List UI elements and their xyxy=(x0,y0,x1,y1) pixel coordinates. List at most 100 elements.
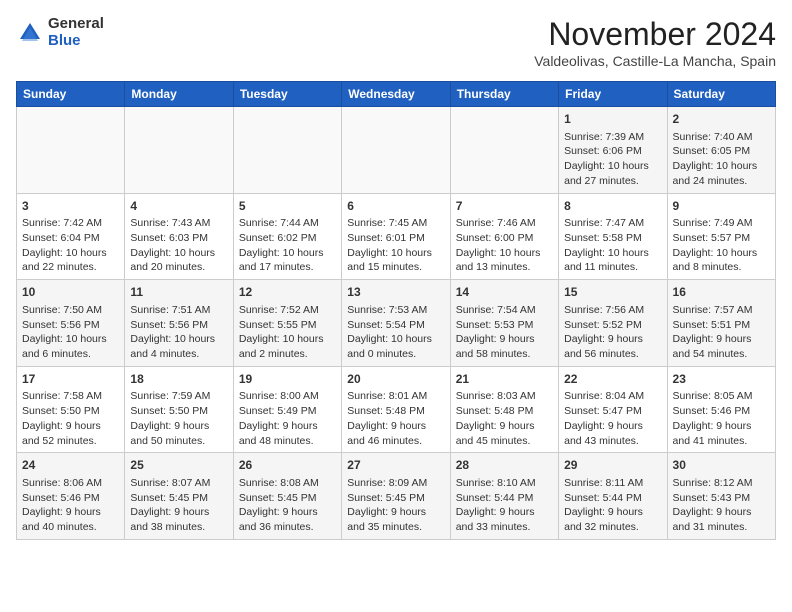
calendar-cell: 27 Sunrise: 8:09 AMSunset: 5:45 PMDayligh… xyxy=(342,453,450,540)
calendar-cell: 13Sunrise: 7:53 AMSunset: 5:54 PMDayligh… xyxy=(342,280,450,367)
calendar-cell: 8Sunrise: 7:47 AMSunset: 5:58 PMDaylight… xyxy=(559,193,667,280)
day-info: Sunrise: 8:07 AMSunset: 5:45 PMDaylight:… xyxy=(130,476,227,535)
day-number: 10 xyxy=(22,284,119,301)
calendar-cell xyxy=(342,107,450,194)
day-number: 25 xyxy=(130,457,227,474)
day-number: 3 xyxy=(22,198,119,215)
day-info: Sunrise: 7:45 AMSunset: 6:01 PMDaylight:… xyxy=(347,216,444,275)
day-info: Sunrise: 7:59 AMSunset: 5:50 PMDaylight:… xyxy=(130,389,227,448)
day-number: 8 xyxy=(564,198,661,215)
day-number: 15 xyxy=(564,284,661,301)
calendar-week-row: 1Sunrise: 7:39 AMSunset: 6:06 PMDaylight… xyxy=(17,107,776,194)
day-number: 24 xyxy=(22,457,119,474)
calendar-cell: 2Sunrise: 7:40 AMSunset: 6:05 PMDaylight… xyxy=(667,107,775,194)
title-area: November 2024 Valdeolivas, Castille-La M… xyxy=(534,16,776,69)
day-info: Sunrise: 7:54 AMSunset: 5:53 PMDaylight:… xyxy=(456,303,553,362)
calendar-week-row: 3Sunrise: 7:42 AMSunset: 6:04 PMDaylight… xyxy=(17,193,776,280)
calendar-cell: 1Sunrise: 7:39 AMSunset: 6:06 PMDaylight… xyxy=(559,107,667,194)
calendar-cell: 29 Sunrise: 8:11 AMSunset: 5:44 PMDayligh… xyxy=(559,453,667,540)
calendar-cell: 7Sunrise: 7:46 AMSunset: 6:00 PMDaylight… xyxy=(450,193,558,280)
calendar-cell xyxy=(17,107,125,194)
day-number: 17 xyxy=(22,371,119,388)
calendar-cell: 12Sunrise: 7:52 AMSunset: 5:55 PMDayligh… xyxy=(233,280,341,367)
calendar-cell: 24 Sunrise: 8:06 AMSunset: 5:46 PMDayligh… xyxy=(17,453,125,540)
logo-text: General Blue xyxy=(48,16,104,49)
calendar-week-row: 24 Sunrise: 8:06 AMSunset: 5:46 PMDayligh… xyxy=(17,453,776,540)
calendar-cell: 6Sunrise: 7:45 AMSunset: 6:01 PMDaylight… xyxy=(342,193,450,280)
day-number: 4 xyxy=(130,198,227,215)
day-info: Sunrise: 8:03 AMSunset: 5:48 PMDaylight:… xyxy=(456,389,553,448)
day-info: Sunrise: 8:08 AMSunset: 5:45 PMDaylight:… xyxy=(239,476,336,535)
day-of-week-header: Wednesday xyxy=(342,82,450,107)
calendar-cell: 9Sunrise: 7:49 AMSunset: 5:57 PMDaylight… xyxy=(667,193,775,280)
month-title: November 2024 xyxy=(534,16,776,53)
day-info: Sunrise: 8:12 AMSunset: 5:43 PMDaylight:… xyxy=(673,476,770,535)
day-info: Sunrise: 7:43 AMSunset: 6:03 PMDaylight:… xyxy=(130,216,227,275)
calendar-cell: 21Sunrise: 8:03 AMSunset: 5:48 PMDayligh… xyxy=(450,366,558,453)
day-number: 5 xyxy=(239,198,336,215)
calendar-cell: 14 Sunrise: 7:54 AMSunset: 5:53 PMDayligh… xyxy=(450,280,558,367)
day-number: 9 xyxy=(673,198,770,215)
calendar-cell xyxy=(450,107,558,194)
day-info: Sunrise: 7:58 AMSunset: 5:50 PMDaylight:… xyxy=(22,389,119,448)
day-info: Sunrise: 7:57 AMSunset: 5:51 PMDaylight:… xyxy=(673,303,770,362)
calendar-cell: 20Sunrise: 8:01 AMSunset: 5:48 PMDayligh… xyxy=(342,366,450,453)
day-of-week-header: Thursday xyxy=(450,82,558,107)
day-info: Sunrise: 8:05 AMSunset: 5:46 PMDaylight:… xyxy=(673,389,770,448)
calendar-cell: 4Sunrise: 7:43 AMSunset: 6:03 PMDaylight… xyxy=(125,193,233,280)
day-info: Sunrise: 8:01 AMSunset: 5:48 PMDaylight:… xyxy=(347,389,444,448)
calendar-cell: 3Sunrise: 7:42 AMSunset: 6:04 PMDaylight… xyxy=(17,193,125,280)
calendar-cell xyxy=(233,107,341,194)
calendar-cell: 11Sunrise: 7:51 AMSunset: 5:56 PMDayligh… xyxy=(125,280,233,367)
day-of-week-header: Monday xyxy=(125,82,233,107)
calendar-cell: 17Sunrise: 7:58 AMSunset: 5:50 PMDayligh… xyxy=(17,366,125,453)
day-number: 6 xyxy=(347,198,444,215)
day-info: Sunrise: 7:46 AMSunset: 6:00 PMDaylight:… xyxy=(456,216,553,275)
calendar-cell: 5Sunrise: 7:44 AMSunset: 6:02 PMDaylight… xyxy=(233,193,341,280)
day-info: Sunrise: 7:47 AMSunset: 5:58 PMDaylight:… xyxy=(564,216,661,275)
day-number: 11 xyxy=(130,284,227,301)
calendar-cell: 22Sunrise: 8:04 AMSunset: 5:47 PMDayligh… xyxy=(559,366,667,453)
day-info: Sunrise: 8:10 AMSunset: 5:44 PMDaylight:… xyxy=(456,476,553,535)
calendar-cell: 15 Sunrise: 7:56 AMSunset: 5:52 PMDayligh… xyxy=(559,280,667,367)
header-row: SundayMondayTuesdayWednesdayThursdayFrid… xyxy=(17,82,776,107)
day-info: Sunrise: 8:06 AMSunset: 5:46 PMDaylight:… xyxy=(22,476,119,535)
logo-blue-label: Blue xyxy=(48,33,104,50)
day-number: 21 xyxy=(456,371,553,388)
day-number: 29 xyxy=(564,457,661,474)
calendar-table: SundayMondayTuesdayWednesdayThursdayFrid… xyxy=(16,81,776,540)
day-info: Sunrise: 8:00 AMSunset: 5:49 PMDaylight:… xyxy=(239,389,336,448)
day-info: Sunrise: 8:04 AMSunset: 5:47 PMDaylight:… xyxy=(564,389,661,448)
day-number: 28 xyxy=(456,457,553,474)
day-info: Sunrise: 7:42 AMSunset: 6:04 PMDaylight:… xyxy=(22,216,119,275)
calendar-header: SundayMondayTuesdayWednesdayThursdayFrid… xyxy=(17,82,776,107)
calendar-body: 1Sunrise: 7:39 AMSunset: 6:06 PMDaylight… xyxy=(17,107,776,540)
day-number: 27 xyxy=(347,457,444,474)
day-info: Sunrise: 7:49 AMSunset: 5:57 PMDaylight:… xyxy=(673,216,770,275)
day-number: 19 xyxy=(239,371,336,388)
calendar-cell: 10 Sunrise: 7:50 AMSunset: 5:56 PMDayligh… xyxy=(17,280,125,367)
calendar-cell: 25 Sunrise: 8:07 AMSunset: 5:45 PMDayligh… xyxy=(125,453,233,540)
day-info: Sunrise: 8:09 AMSunset: 5:45 PMDaylight:… xyxy=(347,476,444,535)
calendar-cell: 18Sunrise: 7:59 AMSunset: 5:50 PMDayligh… xyxy=(125,366,233,453)
day-info: Sunrise: 8:11 AMSunset: 5:44 PMDaylight:… xyxy=(564,476,661,535)
calendar-cell: 30Sunrise: 8:12 AMSunset: 5:43 PMDayligh… xyxy=(667,453,775,540)
day-info: Sunrise: 7:50 AMSunset: 5:56 PMDaylight:… xyxy=(22,303,119,362)
calendar-cell xyxy=(125,107,233,194)
day-of-week-header: Tuesday xyxy=(233,82,341,107)
day-info: Sunrise: 7:53 AMSunset: 5:54 PMDaylight:… xyxy=(347,303,444,362)
day-number: 22 xyxy=(564,371,661,388)
day-number: 2 xyxy=(673,111,770,128)
calendar-cell: 19Sunrise: 8:00 AMSunset: 5:49 PMDayligh… xyxy=(233,366,341,453)
day-number: 14 xyxy=(456,284,553,301)
logo-general-label: General xyxy=(48,16,104,33)
day-number: 16 xyxy=(673,284,770,301)
day-info: Sunrise: 7:56 AMSunset: 5:52 PMDaylight:… xyxy=(564,303,661,362)
logo-icon xyxy=(16,19,44,47)
calendar-week-row: 17Sunrise: 7:58 AMSunset: 5:50 PMDayligh… xyxy=(17,366,776,453)
calendar-week-row: 10 Sunrise: 7:50 AMSunset: 5:56 PMDayligh… xyxy=(17,280,776,367)
page-header: General Blue November 2024 Valdeolivas, … xyxy=(16,16,776,69)
day-info: Sunrise: 7:44 AMSunset: 6:02 PMDaylight:… xyxy=(239,216,336,275)
day-number: 7 xyxy=(456,198,553,215)
day-number: 12 xyxy=(239,284,336,301)
